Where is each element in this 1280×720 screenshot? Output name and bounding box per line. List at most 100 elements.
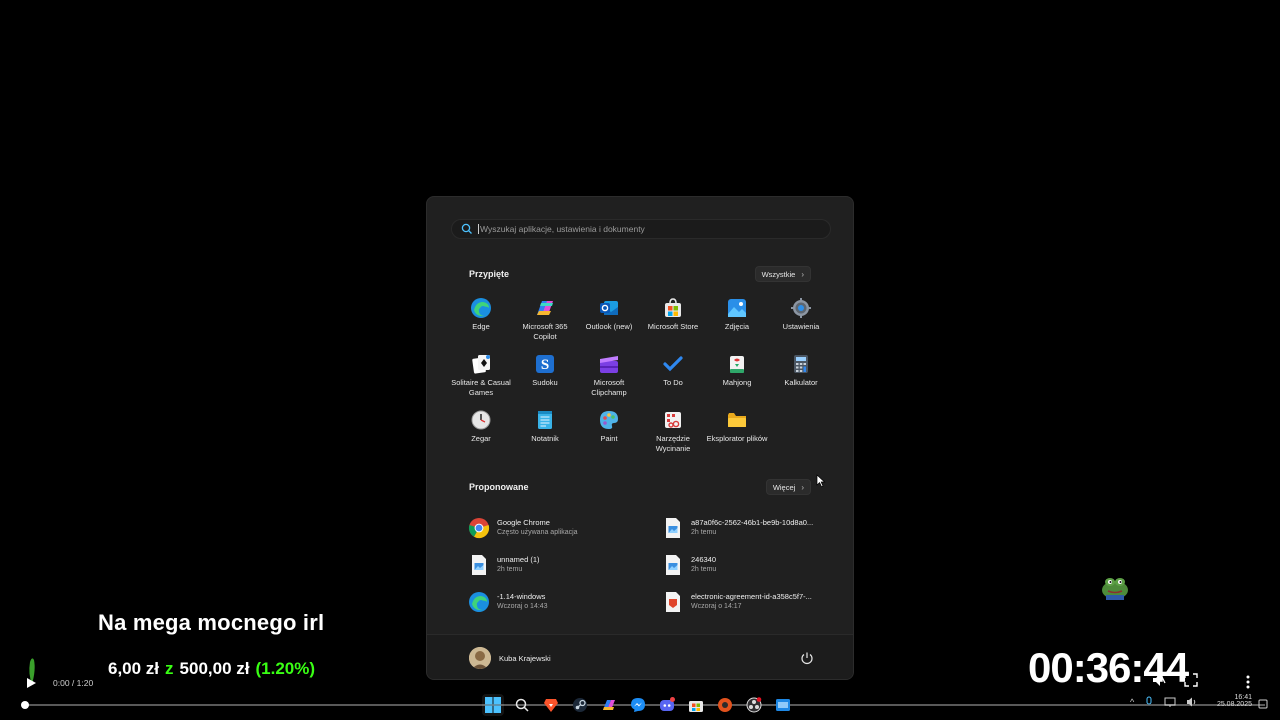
more-options-icon[interactable] bbox=[1244, 674, 1252, 690]
system-tray: ^ bbox=[1130, 696, 1198, 708]
pinned-app-store[interactable]: Microsoft Store bbox=[641, 295, 705, 351]
recommended-item[interactable]: unnamed (1) 2h temu bbox=[467, 546, 661, 583]
notification-icon[interactable] bbox=[1258, 699, 1268, 709]
clock-time: 16:41 bbox=[1234, 694, 1252, 701]
app-label: Notatnik bbox=[531, 434, 559, 443]
search-icon[interactable] bbox=[511, 694, 533, 716]
pinned-app-clock[interactable]: Zegar bbox=[449, 407, 513, 463]
network-icon[interactable] bbox=[1164, 696, 1176, 708]
app-label: Kalkulator bbox=[784, 378, 818, 387]
notepad-icon bbox=[534, 409, 556, 431]
app-icon[interactable] bbox=[772, 694, 794, 716]
copilot-icon[interactable] bbox=[598, 694, 620, 716]
app-label: Mahjong bbox=[722, 378, 752, 387]
image-file-icon bbox=[661, 516, 685, 540]
volume-muted-icon[interactable] bbox=[1152, 673, 1166, 687]
chevron-right-icon: › bbox=[801, 269, 804, 279]
item-title: electronic-agreement-id-a358c5f7-... bbox=[691, 591, 812, 601]
progress-knob[interactable] bbox=[21, 701, 29, 709]
pinned-app-paint[interactable]: Paint bbox=[577, 407, 641, 463]
pinned-app-solitaire[interactable]: Solitaire & Casual Games bbox=[449, 351, 513, 407]
pinned-app-mahjong[interactable]: Mahjong bbox=[705, 351, 769, 407]
item-subtitle: Wczoraj o 14:17 bbox=[691, 602, 742, 610]
pinned-app-outlook[interactable]: Outlook (new) bbox=[577, 295, 641, 351]
goal-target: 500,00 zł bbox=[179, 659, 250, 678]
recommended-item[interactable]: a87a0f6c-2562-46b1-be9b-10d8a0... 2h temu bbox=[661, 509, 827, 546]
windows-start-icon[interactable] bbox=[482, 694, 504, 716]
pinned-app-copilot[interactable]: Microsoft 365 Copilot bbox=[513, 295, 577, 351]
browser-icon[interactable] bbox=[714, 694, 736, 716]
fullscreen-icon[interactable] bbox=[1184, 673, 1198, 687]
pinned-title: Przypięte bbox=[469, 269, 510, 279]
all-apps-button[interactable]: Wszystkie › bbox=[754, 266, 811, 282]
photos-icon bbox=[726, 297, 748, 319]
recommended-item[interactable]: 246340 2h temu bbox=[661, 546, 827, 583]
user-account-button[interactable]: Kuba Krajewski bbox=[469, 647, 551, 669]
recommended-list: Google Chrome Często używana aplikacja a8… bbox=[467, 509, 827, 620]
item-subtitle: 2h temu bbox=[691, 565, 717, 573]
obs-icon[interactable] bbox=[743, 694, 765, 716]
chrome-icon bbox=[467, 516, 491, 540]
power-icon[interactable] bbox=[799, 650, 815, 666]
pinned-app-sudoku[interactable]: S Sudoku bbox=[513, 351, 577, 407]
speaker-icon[interactable] bbox=[1186, 696, 1198, 708]
item-subtitle: Wczoraj o 14:43 bbox=[497, 602, 548, 610]
microphone-icon[interactable] bbox=[1144, 696, 1154, 708]
item-title: -1.14-windows bbox=[497, 591, 546, 601]
sudoku-icon: S bbox=[534, 353, 556, 375]
pinned-app-file-explorer[interactable]: Eksplorator plików bbox=[705, 407, 769, 463]
frog-emote-icon bbox=[1102, 578, 1128, 600]
recommended-item[interactable]: electronic-agreement-id-a358c5f7-... Wczo… bbox=[661, 583, 827, 620]
stream-title: Na mega mocnego irl bbox=[98, 610, 325, 635]
app-label: Ustawienia bbox=[782, 322, 820, 331]
app-label: Narzędzie Wycinanie bbox=[655, 434, 691, 453]
app-label: Eksplorator plików bbox=[706, 434, 768, 443]
pinned-app-edge[interactable]: Edge bbox=[449, 295, 513, 351]
discord-icon[interactable] bbox=[656, 694, 678, 716]
recommended-item[interactable]: Google Chrome Często używana aplikacja bbox=[467, 509, 661, 546]
pinned-app-todo[interactable]: To Do bbox=[641, 351, 705, 407]
item-subtitle: 2h temu bbox=[497, 565, 523, 573]
pinned-app-photos[interactable]: Zdjęcia bbox=[705, 295, 769, 351]
store-icon[interactable] bbox=[685, 694, 707, 716]
clock-icon bbox=[470, 409, 492, 431]
edge-icon bbox=[467, 590, 491, 614]
user-name: Kuba Krajewski bbox=[499, 653, 551, 663]
taskbar-clock[interactable]: 16:41 25.08.2025 bbox=[1208, 694, 1252, 708]
goal-percent: (1.20%) bbox=[255, 659, 316, 678]
pinned-app-clipchamp[interactable]: Microsoft Clipchamp bbox=[577, 351, 641, 407]
store-icon bbox=[662, 297, 684, 319]
app-label: Sudoku bbox=[532, 378, 558, 387]
image-file-icon bbox=[661, 553, 685, 577]
more-label: Więcej bbox=[772, 482, 796, 492]
folder-icon bbox=[726, 409, 748, 431]
search-input[interactable] bbox=[478, 224, 798, 234]
steam-icon[interactable] bbox=[569, 694, 591, 716]
more-button[interactable]: Więcej › bbox=[765, 479, 811, 495]
copilot-icon bbox=[534, 297, 556, 319]
player-controls bbox=[1152, 673, 1198, 687]
search-box[interactable] bbox=[451, 219, 831, 239]
pinned-app-calculator[interactable]: Kalkulator bbox=[769, 351, 833, 407]
play-icon[interactable] bbox=[25, 677, 37, 689]
pinned-apps-grid: Edge Microsoft 365 Copilot Outlook (new)… bbox=[449, 295, 833, 463]
recommended-item[interactable]: -1.14-windows Wczoraj o 14:43 bbox=[467, 583, 661, 620]
paint-palette-icon bbox=[598, 409, 620, 431]
app-label: Outlook (new) bbox=[585, 322, 633, 331]
chevron-up-icon[interactable]: ^ bbox=[1130, 697, 1134, 707]
pinned-app-notepad[interactable]: Notatnik bbox=[513, 407, 577, 463]
recommended-title: Proponowane bbox=[469, 482, 529, 492]
calculator-icon bbox=[790, 353, 812, 375]
taskbar bbox=[482, 694, 794, 716]
goal-current: 6,00 zł bbox=[108, 659, 160, 678]
pinned-app-snipping-tool[interactable]: Narzędzie Wycinanie bbox=[641, 407, 705, 463]
todo-check-icon bbox=[662, 353, 684, 375]
app-label: To Do bbox=[663, 378, 683, 387]
chevron-right-icon: › bbox=[801, 482, 804, 492]
item-subtitle: Często używana aplikacja bbox=[497, 528, 578, 536]
item-title: Google Chrome bbox=[497, 517, 550, 527]
outlook-icon bbox=[598, 297, 620, 319]
messenger-icon[interactable] bbox=[627, 694, 649, 716]
brave-icon[interactable] bbox=[540, 694, 562, 716]
pinned-app-settings[interactable]: Ustawienia bbox=[769, 295, 833, 351]
